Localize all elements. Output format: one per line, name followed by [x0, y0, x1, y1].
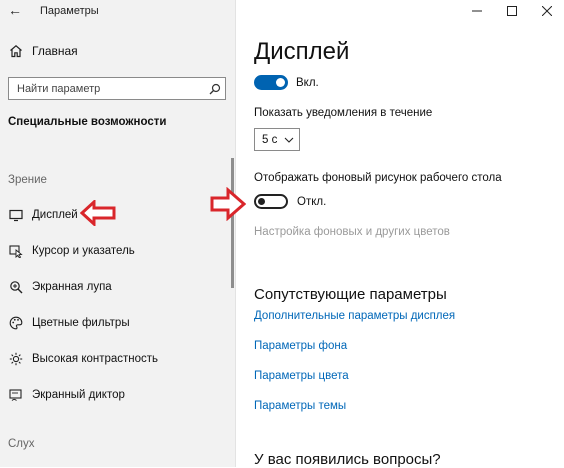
sidebar-item-label: Экранная лупа — [32, 281, 112, 293]
notification-duration-label: Показать уведомления в течение — [254, 107, 433, 119]
annotation-arrow-left-icon — [80, 200, 116, 226]
sidebar-item-label: Дисплей — [32, 209, 78, 221]
background-settings-link[interactable]: Параметры фона — [254, 340, 347, 352]
sidebar-item-high-contrast[interactable]: Высокая контрастность — [8, 350, 158, 368]
page-title: Дисплей — [254, 38, 350, 65]
sidebar-item-color-filters[interactable]: Цветные фильтры — [8, 314, 130, 332]
theme-settings-link[interactable]: Параметры темы — [254, 400, 346, 412]
search-input[interactable] — [9, 78, 205, 99]
display-toggle[interactable] — [254, 75, 288, 90]
sidebar-item-label: Высокая контрастность — [32, 353, 159, 365]
toggle-knob — [276, 78, 285, 87]
notification-duration-select[interactable]: 5 с — [254, 128, 300, 151]
group-label-vision: Зрение — [8, 174, 47, 186]
toggle-knob — [258, 198, 265, 205]
cursor-icon — [8, 243, 24, 259]
sidebar-item-label: Цветные фильтры — [32, 317, 130, 329]
questions-heading: У вас появились вопросы? — [254, 451, 441, 468]
display-toggle-label: Вкл. — [296, 76, 319, 89]
sidebar-item-label: Курсор и указатель — [32, 245, 135, 257]
advanced-display-settings-link[interactable]: Дополнительные параметры дисплея — [254, 310, 455, 322]
notification-duration-value: 5 с — [262, 133, 278, 146]
desktop-background-label: Отображать фоновый рисунок рабочего стол… — [254, 172, 502, 184]
toggle-row-display: Вкл. — [254, 75, 319, 90]
group-label-hearing: Слух — [8, 438, 35, 450]
sidebar: ← Параметры Главная Специальные возможно… — [0, 0, 236, 467]
monitor-icon — [8, 207, 24, 223]
color-settings-link[interactable]: Параметры цвета — [254, 370, 349, 382]
toggle-row-background: Откл. — [254, 194, 326, 209]
desktop-background-toggle-label: Откл. — [297, 195, 327, 208]
sidebar-item-home-label: Главная — [32, 44, 78, 58]
magnifier-icon — [8, 279, 24, 295]
search-box[interactable] — [8, 77, 226, 100]
desktop-background-toggle[interactable] — [254, 194, 288, 209]
back-arrow-icon[interactable]: ← — [8, 2, 26, 20]
sidebar-item-narrator[interactable]: Экранный диктор — [8, 386, 125, 404]
app-title: Параметры — [40, 5, 99, 17]
chevron-down-icon — [284, 134, 294, 146]
narrator-icon — [8, 387, 24, 403]
related-settings-heading: Сопутствующие параметры — [254, 286, 447, 303]
sidebar-scrollbar[interactable] — [231, 158, 234, 288]
section-heading: Специальные возможности — [8, 116, 167, 128]
annotation-arrow-right-icon — [210, 187, 246, 221]
sidebar-item-magnifier[interactable]: Экранная лупа — [8, 278, 112, 296]
home-icon — [8, 43, 24, 59]
sidebar-item-label: Экранный диктор — [32, 389, 125, 401]
main-content: Дисплей Вкл. Показать уведомления в тече… — [236, 0, 564, 468]
search-icon[interactable] — [205, 79, 225, 99]
brightness-icon — [8, 351, 24, 367]
sidebar-item-cursor[interactable]: Курсор и указатель — [8, 242, 135, 260]
background-colors-link[interactable]: Настройка фоновых и других цветов — [254, 226, 450, 238]
sidebar-item-display[interactable]: Дисплей — [8, 206, 78, 224]
palette-icon — [8, 315, 24, 331]
sidebar-item-home[interactable]: Главная — [8, 43, 78, 59]
